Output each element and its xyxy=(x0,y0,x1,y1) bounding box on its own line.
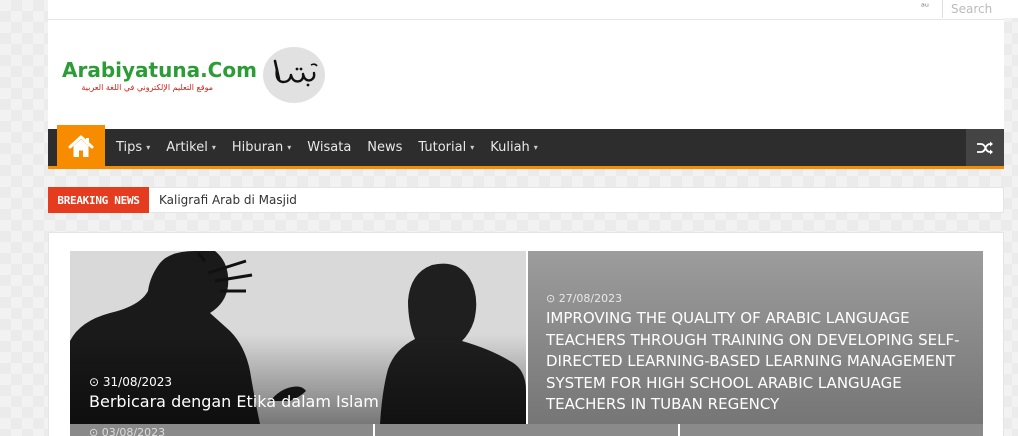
main-nav: Tips ▾ Artikel ▾ Hiburan ▾ Wisata News T… xyxy=(48,125,1004,169)
logo-calligraphy-icon xyxy=(273,59,318,87)
caret-down-icon: ▾ xyxy=(287,143,292,152)
search-input[interactable] xyxy=(942,0,1018,18)
post-title[interactable]: Berbicara dengan Etika dalam Islam xyxy=(89,392,379,411)
nav-item-label: Wisata xyxy=(307,140,352,155)
featured-post-small[interactable]: ⊙ 03/08/2023 xyxy=(70,424,375,436)
clock-icon: ⊙ xyxy=(546,292,556,305)
post-date: ⊙ 31/08/2023 xyxy=(89,375,172,389)
breaking-news-bar: BREAKING NEWS Kaligrafi Arab di Masjid xyxy=(48,187,1004,213)
nav-item-tutorial[interactable]: Tutorial ▾ xyxy=(410,129,482,166)
nav-item-label: Hiburan xyxy=(231,140,284,155)
nav-item-label: Tips xyxy=(116,140,143,155)
featured-post-row: ⊙ 03/08/2023 xyxy=(70,424,983,436)
nav-item-kuliah[interactable]: Kuliah ▾ xyxy=(482,129,546,166)
logo-tagline: موقع التعليم الإلكتروني في اللغة العربية xyxy=(81,83,213,92)
nav-item-label: Kuliah xyxy=(490,140,530,155)
breaking-news-label: BREAKING NEWS xyxy=(48,187,149,213)
featured-post-small[interactable] xyxy=(375,424,680,436)
caret-down-icon: ▾ xyxy=(146,143,151,152)
nav-item-label: Tutorial xyxy=(418,140,467,155)
post-date-text: 27/08/2023 xyxy=(558,292,623,305)
nav-item-tips[interactable]: Tips ▾ xyxy=(108,129,158,166)
rss-icon[interactable]: ᵃᵘ xyxy=(921,2,929,13)
nav-item-wisata[interactable]: Wisata xyxy=(299,129,359,166)
post-date-text: 31/08/2023 xyxy=(102,375,173,389)
home-icon xyxy=(68,135,94,157)
featured-post-small[interactable] xyxy=(680,424,983,436)
nav-item-label: Artikel xyxy=(166,140,208,155)
caret-down-icon: ▾ xyxy=(533,143,538,152)
logo-title[interactable]: Arabiyatuna.Com xyxy=(62,58,257,82)
top-bar: ᵃᵘ xyxy=(48,0,1018,20)
clock-icon: ⊙ xyxy=(89,375,100,389)
nav-menu: Tips ▾ Artikel ▾ Hiburan ▾ Wisata News T… xyxy=(108,129,546,166)
nav-item-hiburan[interactable]: Hiburan ▾ xyxy=(224,129,299,166)
nav-item-artikel[interactable]: Artikel ▾ xyxy=(158,129,224,166)
caret-down-icon: ▾ xyxy=(211,143,216,152)
shuffle-icon xyxy=(977,141,993,154)
post-date: ⊙ 27/08/2023 xyxy=(546,292,622,305)
breaking-news-headline[interactable]: Kaligrafi Arab di Masjid xyxy=(159,193,297,207)
post-title[interactable]: IMPROVING THE QUALITY OF ARABIC LANGUAGE… xyxy=(546,308,976,416)
nav-item-label: News xyxy=(367,140,403,155)
logo-badge[interactable] xyxy=(263,47,325,103)
random-post-button[interactable] xyxy=(966,129,1004,166)
caret-down-icon: ▾ xyxy=(470,143,475,152)
post-date-text: ⊙ 03/08/2023 xyxy=(89,426,166,436)
home-button[interactable] xyxy=(57,125,105,169)
site-header: Arabiyatuna.Com موقع التعليم الإلكتروني … xyxy=(48,20,1004,130)
nav-item-news[interactable]: News xyxy=(359,129,410,166)
